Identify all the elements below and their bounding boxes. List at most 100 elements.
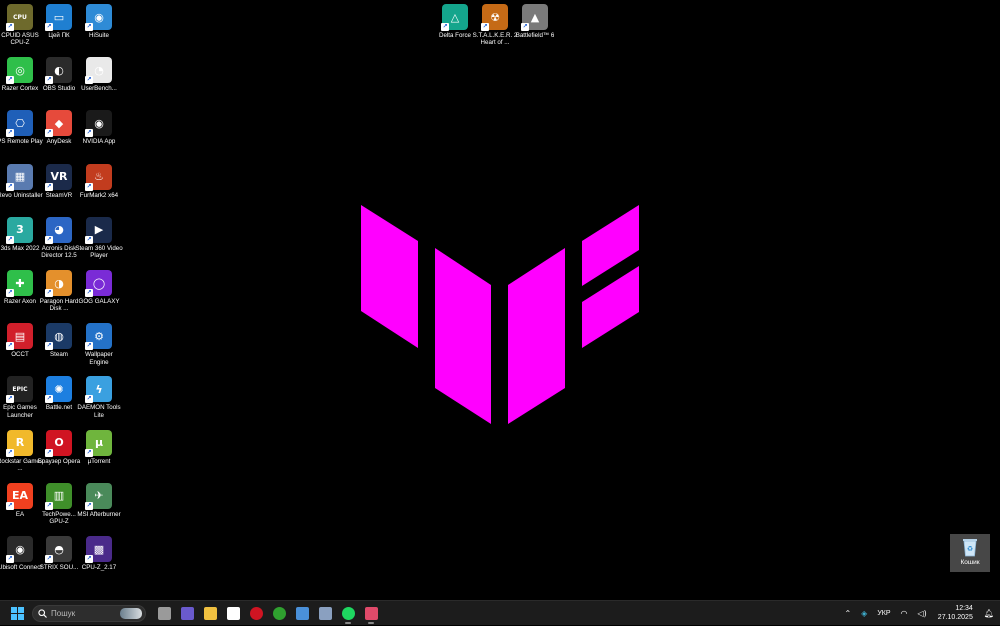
acronis-icon: ◕ ↗ — [45, 216, 72, 244]
shortcut-arrow-icon: ↗ — [45, 76, 53, 85]
desktop-icon[interactable]: ◑ ↗ Paragon Hard Disk ... — [39, 270, 79, 313]
icon-glyph: ▦ — [14, 170, 26, 184]
desktop-icon[interactable]: ☢ ↗ S.T.A.L.K.E.R. 2 Heart of ... — [473, 4, 517, 47]
desktop-icon[interactable]: ▶ ↗ Steam 360 Video Player — [75, 216, 123, 260]
anydesk-icon: ◆ ↗ — [45, 110, 72, 138]
taskbar-app[interactable] — [268, 602, 290, 624]
desktop-icon[interactable]: ◆ ↗ AnyDesk — [39, 110, 79, 145]
desktop-icon[interactable]: VR ↗ SteamVR — [39, 163, 79, 199]
taskbar-app[interactable] — [314, 602, 336, 624]
desktop-icon[interactable]: ◉ ↗ Ubisoft Connect — [0, 536, 42, 571]
desktop-icon-label: µTorrent — [87, 457, 111, 465]
taskbar-app[interactable] — [176, 602, 198, 624]
recycle-bin-icon: ♻ — [963, 539, 977, 557]
taskbar-search[interactable]: Пошук — [32, 604, 146, 622]
desktop-icon-label: DAEMON Tools Lite — [77, 404, 121, 419]
copilot-icon — [180, 606, 194, 620]
desktop-icon[interactable]: ▩ ↗ CPU-Z_2.17 — [79, 536, 119, 571]
icon-glyph: ♨ — [94, 170, 104, 184]
desktop-icon[interactable]: 3 ↗ 3ds Max 2022 — [0, 216, 40, 252]
taskbar-app[interactable] — [337, 602, 359, 624]
desktop-icon[interactable]: ◯ ↗ GOG GALAXY — [79, 270, 119, 305]
battlefield6-icon: ▲ ↗ — [521, 4, 548, 31]
taskbar-app[interactable] — [222, 602, 244, 624]
taskbar-app[interactable] — [291, 602, 313, 624]
shortcut-arrow-icon: ↗ — [6, 555, 14, 563]
furmark-icon: ♨ ↗ — [85, 163, 112, 191]
desktop-icon[interactable]: ◓ ↗ STRIX SOU... — [39, 536, 79, 571]
shortcut-arrow-icon: ↗ — [6, 129, 14, 138]
occt-icon: ▤ ↗ — [6, 323, 33, 351]
clock[interactable]: 12:34 27.10.2025 — [938, 605, 973, 622]
volume-icon[interactable]: ◁) — [918, 609, 927, 618]
opera-icon: O ↗ — [45, 429, 72, 457]
desktop-icon[interactable]: ◍ ↗ Steam — [39, 323, 79, 358]
desktop-icon[interactable]: R ↗ Rockstar Games ... — [0, 429, 43, 473]
hisuite-icon: ◉ ↗ — [85, 4, 112, 31]
desktop-icon[interactable]: △ ↗ Delta Force — [435, 4, 475, 39]
desktop-icon[interactable]: ◎ ↗ Razer Cortex — [0, 57, 40, 92]
desktop-icon[interactable]: ▥ ↗ TechPowe... GPU-Z — [39, 482, 79, 526]
notification-bell-icon[interactable]: 🔔︎ — [984, 609, 994, 618]
desktop-icon[interactable]: ✺ ↗ Battle.net — [39, 376, 79, 411]
logo-center-left-bar — [435, 248, 491, 424]
shortcut-arrow-icon: ↗ — [521, 23, 529, 31]
taskbar-app[interactable] — [153, 602, 175, 624]
desktop-icon[interactable]: CPU ↗ CPUID ASUS CPU-Z — [0, 4, 40, 47]
desktop-icon[interactable]: ♨ ↗ FurMark2 x64 — [79, 163, 119, 199]
desktop-icon[interactable]: ▤ ↗ OCCT — [0, 323, 40, 358]
security-tray-icon[interactable]: ◈ — [861, 609, 867, 618]
razer-axon-icon: ✚ ↗ — [6, 270, 33, 297]
taskbar-app[interactable] — [360, 602, 382, 624]
clock-date: 27.10.2025 — [937, 613, 973, 621]
strix-sound-icon: ◓ ↗ — [45, 536, 72, 563]
icon-glyph: ◕ — [54, 223, 64, 237]
shortcut-arrow-icon: ↗ — [6, 448, 14, 457]
desktop[interactable]: CPU ↗ CPUID ASUS CPU-Z ▭ ↗ Цей ПК ◉ ↗ HiSuite ◎ ↗ R… — [0, 0, 1000, 600]
3ds-max-icon: 3 ↗ — [6, 216, 33, 244]
remote-desktop-icon — [295, 606, 309, 620]
desktop-icon[interactable]: ✚ ↗ Razer Axon — [0, 270, 40, 305]
icon-glyph: ϟ — [95, 382, 103, 396]
desktop-icon[interactable]: ϟ ↗ DAEMON Tools Lite — [77, 376, 121, 419]
steamvr-icon: VR ↗ — [45, 163, 72, 191]
recycle-bin[interactable]: ♻ Кошик — [950, 534, 990, 572]
desktop-icon[interactable]: µ ↗ µTorrent — [79, 429, 119, 465]
shortcut-arrow-icon: ↗ — [6, 501, 14, 510]
shortcut-arrow-icon: ↗ — [441, 23, 449, 31]
desktop-icon[interactable]: ✈ ↗ MSI Afterburner — [77, 482, 121, 518]
search-icon — [38, 608, 47, 618]
icon-glyph: EPIC — [12, 385, 28, 393]
steam-icon: ◍ ↗ — [45, 323, 72, 351]
icon-glyph: ◍ — [54, 329, 64, 343]
calculator-icon — [318, 606, 332, 620]
taskbar-app[interactable] — [245, 602, 267, 624]
desktop-icon-label: Battlefield™ 6 — [515, 32, 555, 39]
desktop-icon[interactable]: ⎔ ↗ PS Remote Play — [0, 110, 43, 145]
stalker2-icon: ☢ ↗ — [481, 4, 508, 31]
desktop-icon[interactable]: ▦ ↗ Revo Uninstaller — [0, 163, 43, 199]
wifi-icon[interactable]: ◠ — [901, 609, 908, 618]
language-indicator[interactable]: УКР — [877, 610, 890, 617]
desktop-icon[interactable]: ⚙ ↗ Wallpaper Engine — [79, 323, 119, 366]
desktop-icon[interactable]: ◔ ↗ UserBench... — [79, 57, 119, 92]
desktop-icon-label: CPU-Z_2.17 — [81, 564, 117, 571]
icon-glyph: ◔ — [94, 63, 104, 77]
shortcut-arrow-icon: ↗ — [85, 129, 93, 138]
desktop-icon[interactable]: EA ↗ EA — [0, 482, 40, 518]
icon-glyph: CPU — [13, 13, 27, 21]
desktop-icon[interactable]: ◉ ↗ NVIDIA App — [79, 110, 119, 145]
desktop-icon[interactable]: O ↗ Браузер Opera — [38, 429, 80, 465]
taskbar-app[interactable] — [199, 602, 221, 624]
desktop-icon[interactable]: ◐ ↗ OBS Studio — [39, 57, 79, 92]
desktop-icon[interactable]: EPIC ↗ Epic Games Launcher — [0, 376, 40, 419]
desktop-icon[interactable]: ▭ ↗ Цей ПК — [39, 4, 79, 39]
desktop-icon[interactable]: ◉ ↗ HiSuite — [79, 4, 119, 39]
desktop-icon[interactable]: ▲ ↗ Battlefield™ 6 — [515, 4, 555, 39]
this-pc-icon: ▭ ↗ — [45, 4, 72, 31]
desktop-icon[interactable]: ◕ ↗ Acronis Disk Director 12.5 — [39, 216, 79, 260]
epic-games-icon: EPIC ↗ — [6, 376, 33, 404]
shortcut-arrow-icon: ↗ — [45, 235, 53, 244]
chevron-up-icon[interactable]: ⌃ — [844, 609, 851, 618]
start-button[interactable] — [6, 602, 28, 624]
